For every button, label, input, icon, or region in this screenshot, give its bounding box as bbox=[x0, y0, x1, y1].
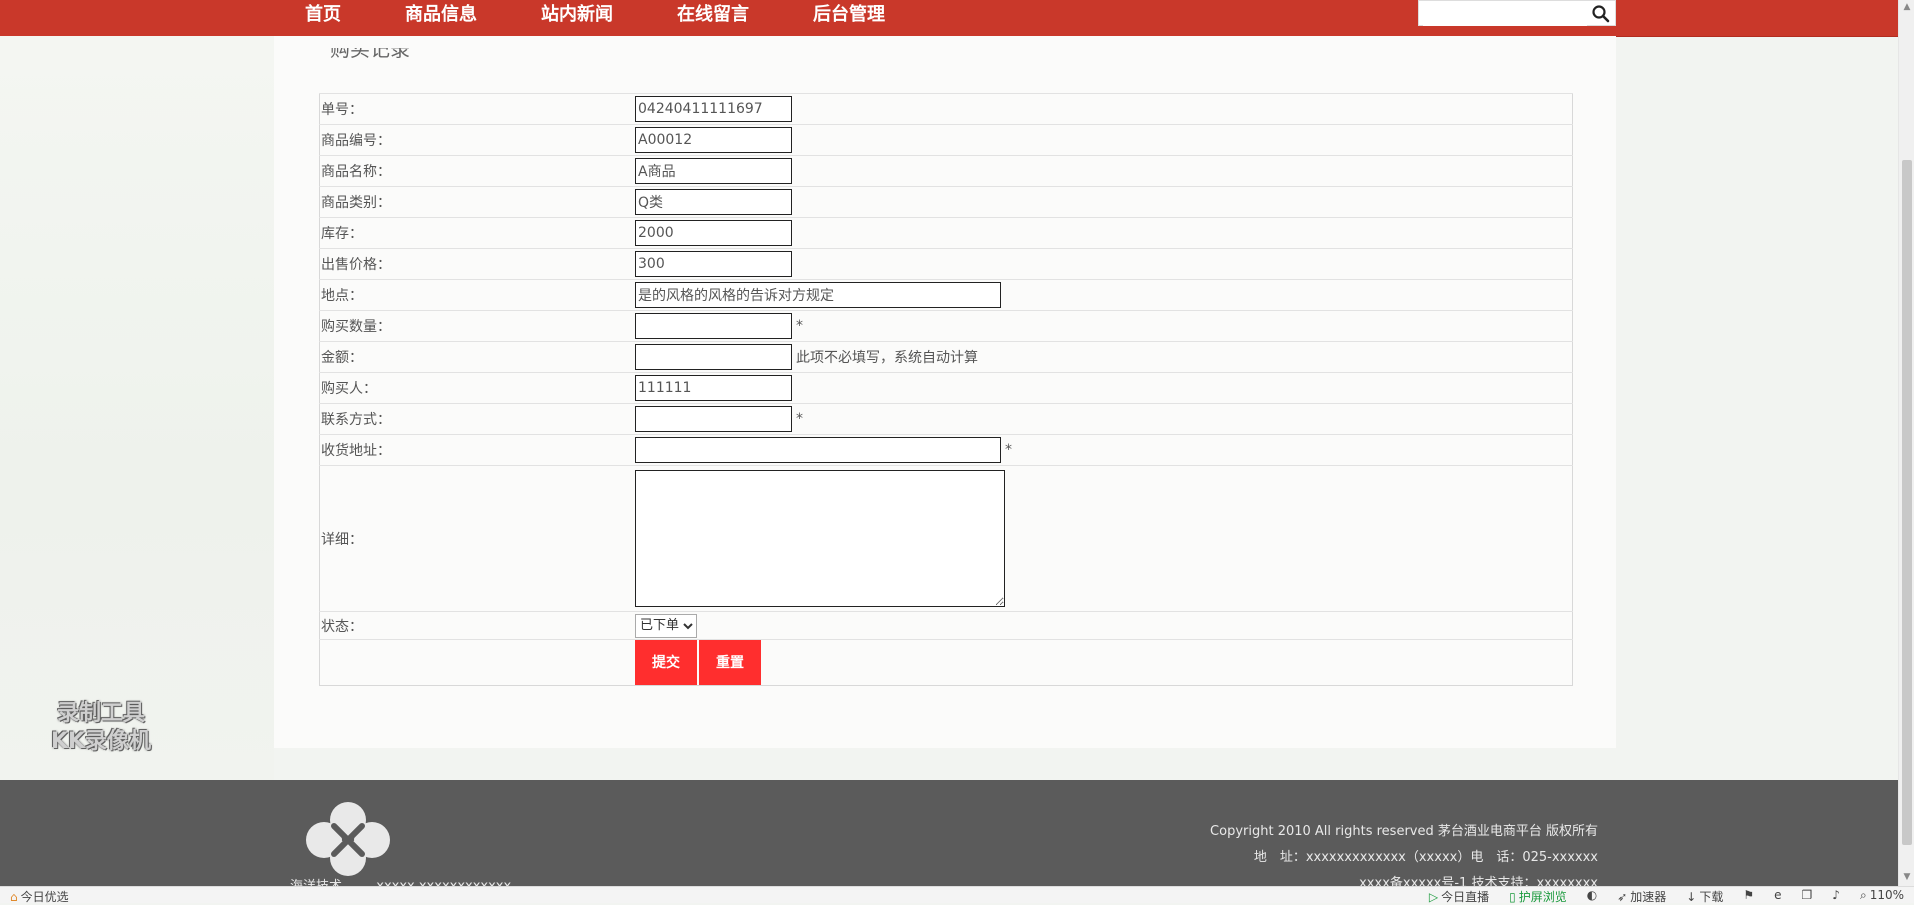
nav-item-messages[interactable]: 在线留言 bbox=[677, 0, 749, 30]
form-row-contact: 联系方式： * bbox=[319, 403, 1573, 435]
form-row-status: 状态： 已下单 bbox=[319, 611, 1573, 640]
form-row-product-no: 商品编号： bbox=[319, 124, 1573, 156]
required-mark: * bbox=[796, 411, 803, 427]
status-eye-care[interactable]: ▯ 护屏浏览 bbox=[1509, 888, 1567, 905]
stock-label: 库存： bbox=[319, 217, 635, 249]
location-label: 地点： bbox=[319, 279, 635, 311]
form-row-price: 出售价格： bbox=[319, 248, 1573, 280]
product-name-label: 商品名称： bbox=[319, 155, 635, 187]
vertical-scrollbar[interactable]: ▲ ▼ bbox=[1898, 0, 1914, 886]
contact-field[interactable] bbox=[635, 406, 792, 432]
form-row-product-name: 商品名称： bbox=[319, 155, 1573, 187]
reset-button[interactable]: 重置 bbox=[699, 640, 761, 685]
amount-field[interactable] bbox=[635, 344, 792, 370]
form-row-quantity: 购买数量： * bbox=[319, 310, 1573, 342]
status-speed-icon[interactable]: ◐ bbox=[1587, 888, 1597, 905]
form-row-amount: 金额： 此项不必填写，系统自动计算 bbox=[319, 341, 1573, 373]
volume-icon[interactable]: ♪ bbox=[1832, 888, 1840, 905]
watermark-line-1: 录制工具 bbox=[56, 701, 145, 726]
footer-cut-text: 海洋技术 …… xxxxx xxxxxxxxxxxx bbox=[290, 875, 511, 886]
quantity-field[interactable] bbox=[635, 313, 792, 339]
form-row-buyer: 购买人： bbox=[319, 372, 1573, 404]
status-accelerator[interactable]: ➶ 加速器 bbox=[1617, 888, 1666, 905]
form-row-actions: 提交 重置 bbox=[319, 639, 1573, 686]
buyer-field[interactable] bbox=[635, 375, 792, 401]
search-icon[interactable] bbox=[1591, 4, 1611, 24]
scroll-thumb[interactable] bbox=[1902, 160, 1912, 845]
browser-status-bar: ⌂ 今日优选 ▷ 今日直播 ▯ 护屏浏览 ◐ ➶ 加速器 ↓ 下载 ⚑ e ❐ ♪ ⌕ 11… bbox=[0, 886, 1914, 905]
zoom-icon: ⌕ bbox=[1859, 888, 1867, 902]
scroll-down-icon[interactable]: ▼ bbox=[1902, 872, 1912, 882]
order-no-label: 单号： bbox=[319, 93, 635, 125]
status-left[interactable]: ⌂ 今日优选 bbox=[10, 888, 69, 905]
watermark-line-2: KK录像机 bbox=[50, 729, 152, 754]
form-row-location: 地点： bbox=[319, 279, 1573, 311]
footer-copyright: Copyright 2010 All rights reserved 茅台酒业电… bbox=[1210, 824, 1598, 839]
form-row-order-no: 单号： bbox=[319, 93, 1573, 125]
price-label: 出售价格： bbox=[319, 248, 635, 280]
quantity-label: 购买数量： bbox=[319, 310, 635, 342]
contact-label: 联系方式： bbox=[319, 403, 635, 435]
form-row-address: 收货地址： * bbox=[319, 434, 1573, 466]
price-field[interactable] bbox=[635, 251, 792, 277]
site-footer: Copyright 2010 All rights reserved 茅台酒业电… bbox=[0, 780, 1898, 886]
scroll-up-icon[interactable]: ▲ bbox=[1902, 2, 1912, 12]
browser-icon[interactable]: e bbox=[1774, 888, 1781, 905]
window-icon[interactable]: ❐ bbox=[1802, 888, 1813, 905]
actions-spacer bbox=[319, 639, 635, 686]
nav-item-home[interactable]: 首页 bbox=[305, 0, 341, 30]
footer-address: 地 址：xxxxxxxxxxxxx（xxxxx）电 话：025-xxxxxx bbox=[1253, 850, 1598, 865]
status-live[interactable]: ▷ 今日直播 bbox=[1429, 888, 1489, 905]
status-zoom[interactable]: ⌕ 110% bbox=[1860, 888, 1904, 905]
footer-logo bbox=[306, 802, 390, 876]
product-no-field[interactable] bbox=[635, 127, 792, 153]
address-label: 收货地址： bbox=[319, 434, 635, 466]
address-field[interactable] bbox=[635, 437, 1001, 463]
form-row-stock: 库存： bbox=[319, 217, 1573, 249]
purchase-form: 单号： 商品编号： 商品名称： 商品类别： 库存： 出售价格： 地点： 购买数量… bbox=[319, 93, 1573, 686]
status-select[interactable]: 已下单 bbox=[635, 613, 697, 638]
amount-hint: 此项不必填写，系统自动计算 bbox=[796, 350, 978, 366]
status-right: ▷ 今日直播 ▯ 护屏浏览 ◐ ➶ 加速器 ↓ 下载 ⚑ e ❐ ♪ ⌕ 110% bbox=[1409, 888, 1904, 905]
amount-label: 金额： bbox=[319, 341, 635, 373]
required-mark: * bbox=[796, 318, 803, 334]
top-nav-bar: 首页 商品信息 站内新闻 在线留言 后台管理 bbox=[0, 0, 1898, 37]
main-nav: 首页 商品信息 站内新闻 在线留言 后台管理 bbox=[305, 0, 949, 30]
nav-item-news[interactable]: 站内新闻 bbox=[541, 0, 613, 30]
submit-button[interactable]: 提交 bbox=[635, 640, 697, 685]
stock-field[interactable] bbox=[635, 220, 792, 246]
status-download[interactable]: ↓ 下载 bbox=[1686, 888, 1723, 905]
recorder-watermark: 录制工具 KK录像机 bbox=[32, 700, 170, 756]
search-box bbox=[1418, 0, 1616, 26]
product-name-field[interactable] bbox=[635, 158, 792, 184]
detail-textarea[interactable] bbox=[635, 470, 1005, 607]
status-label: 状态： bbox=[319, 611, 635, 640]
detail-label: 详细： bbox=[319, 465, 635, 612]
page-background bbox=[0, 36, 274, 780]
buyer-label: 购买人： bbox=[319, 372, 635, 404]
location-field[interactable] bbox=[635, 282, 1001, 308]
search-input[interactable] bbox=[1423, 2, 1587, 26]
footer-record: xxxx备xxxxx号-1 技术支持：xxxxxxxx bbox=[1359, 876, 1598, 886]
nav-item-admin[interactable]: 后台管理 bbox=[813, 0, 885, 30]
page-title: 购买记录 bbox=[330, 48, 410, 60]
required-mark: * bbox=[1005, 442, 1012, 458]
product-no-label: 商品编号： bbox=[319, 124, 635, 156]
order-no-field[interactable] bbox=[635, 96, 792, 122]
category-label: 商品类别： bbox=[319, 186, 635, 218]
nav-item-products[interactable]: 商品信息 bbox=[405, 0, 477, 30]
form-row-category: 商品类别： bbox=[319, 186, 1573, 218]
flag-icon[interactable]: ⚑ bbox=[1743, 888, 1754, 905]
form-row-detail: 详细： bbox=[319, 465, 1573, 612]
category-field[interactable] bbox=[635, 189, 792, 215]
